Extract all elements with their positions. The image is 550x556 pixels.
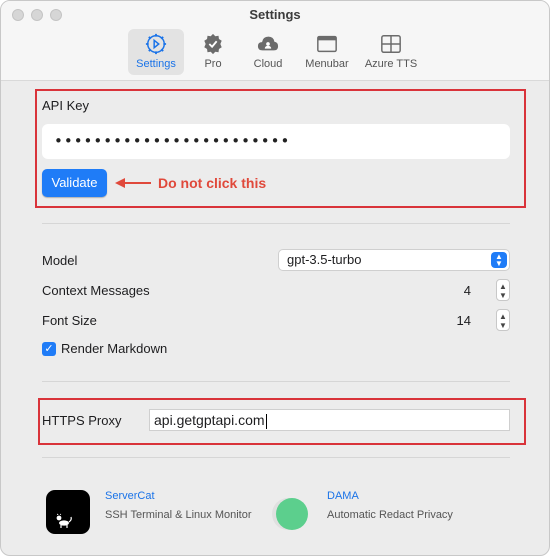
font-size-value: 14 xyxy=(456,313,471,328)
tab-azure-tts-label: Azure TTS xyxy=(364,58,418,70)
model-select[interactable]: gpt-3.5-turbo ▲ ▼ xyxy=(278,249,510,271)
https-proxy-label: HTTPS Proxy xyxy=(42,413,122,428)
tab-cloud-label: Cloud xyxy=(253,58,283,70)
render-markdown-checkbox[interactable]: ✓ xyxy=(42,342,56,356)
tab-pro[interactable]: Pro xyxy=(191,29,235,75)
verified-badge-icon xyxy=(204,33,222,55)
servercat-link[interactable]: ServerCat xyxy=(105,490,155,502)
settings-window: Settings Settings Pro Cloud Menubar Azur… xyxy=(0,0,550,556)
tab-settings[interactable]: Settings xyxy=(128,29,184,75)
render-markdown-label: Render Markdown xyxy=(61,341,168,356)
servercat-subtitle: SSH Terminal & Linux Monitor xyxy=(105,509,252,521)
window-title: Settings xyxy=(249,7,301,22)
dama-subtitle: Automatic Redact Privacy xyxy=(327,509,453,521)
gear-icon xyxy=(145,33,167,55)
context-messages-label: Context Messages xyxy=(42,283,150,298)
validate-button[interactable]: Validate xyxy=(42,169,107,197)
grid-icon xyxy=(381,35,401,53)
servercat-app-icon[interactable] xyxy=(46,490,90,534)
model-label: Model xyxy=(42,253,78,268)
https-proxy-value: api.getgptapi.com xyxy=(154,412,265,428)
title-bar: Settings Settings Pro Cloud Menubar Azur… xyxy=(1,1,549,81)
tab-cloud[interactable]: Cloud xyxy=(244,29,292,75)
tab-azure-tts[interactable]: Azure TTS xyxy=(360,29,422,75)
tab-settings-label: Settings xyxy=(136,58,176,70)
divider xyxy=(42,457,510,458)
select-arrows-icon: ▲ ▼ xyxy=(491,252,507,268)
dama-app-icon[interactable] xyxy=(271,494,311,534)
context-messages-value: 4 xyxy=(463,283,471,298)
tab-menubar-label: Menubar xyxy=(305,58,349,70)
annotation-arrow-icon xyxy=(115,178,151,188)
api-key-field[interactable]: •••••••••••••••••••••••• xyxy=(42,124,510,159)
menubar-window-icon xyxy=(317,35,337,53)
cat-app-icon xyxy=(56,513,72,528)
dama-app-icon xyxy=(272,498,308,530)
divider xyxy=(42,381,510,382)
annotation-text: Do not click this xyxy=(158,175,267,191)
api-key-label: API Key xyxy=(42,98,89,113)
font-size-stepper[interactable]: ▲ ▼ xyxy=(496,309,510,331)
font-size-label: Font Size xyxy=(42,313,97,328)
model-select-value: gpt-3.5-turbo xyxy=(287,252,362,267)
https-proxy-field[interactable]: api.getgptapi.com xyxy=(149,409,510,431)
dama-link[interactable]: DAMA xyxy=(327,490,359,502)
text-caret xyxy=(265,413,267,429)
context-messages-stepper[interactable]: ▲ ▼ xyxy=(496,279,510,301)
tab-menubar[interactable]: Menubar xyxy=(299,29,355,75)
cloud-icon xyxy=(257,36,279,51)
tab-pro-label: Pro xyxy=(204,58,222,70)
divider xyxy=(42,223,510,224)
